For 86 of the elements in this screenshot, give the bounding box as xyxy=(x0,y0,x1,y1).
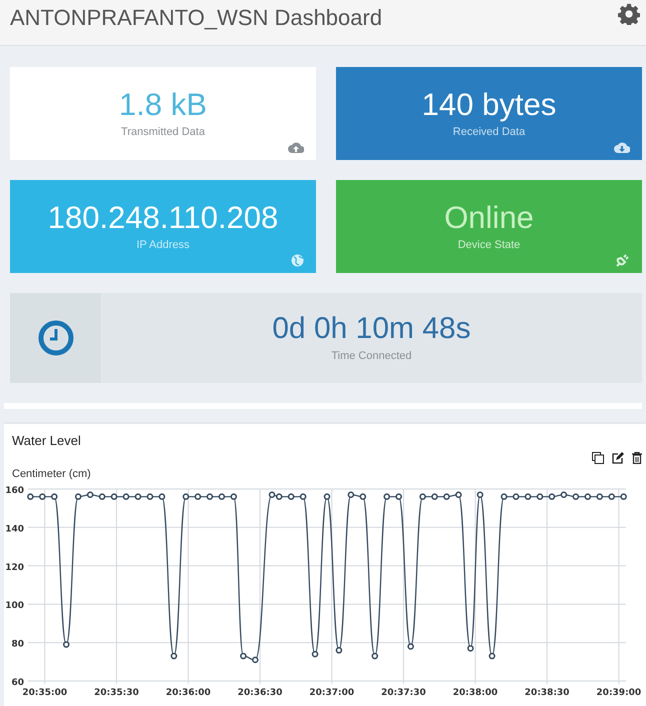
data-point xyxy=(324,493,330,500)
data-point xyxy=(252,656,258,664)
data-point xyxy=(608,493,615,500)
stat-label: Transmitted Data xyxy=(121,126,205,138)
data-point xyxy=(560,492,568,498)
tick-label: 20:39:00 xyxy=(596,688,642,697)
data-point xyxy=(74,493,82,500)
data-point xyxy=(170,652,178,660)
time-label: Time Connected xyxy=(331,350,412,362)
tick-label: 140 xyxy=(5,524,24,534)
axis-label: Centimeter (cm) xyxy=(12,468,91,480)
tick-label: 20:37:30 xyxy=(381,688,426,697)
data-point xyxy=(596,493,603,500)
data-point xyxy=(51,493,58,500)
data-point xyxy=(548,493,556,500)
data-point xyxy=(158,493,166,500)
data-point xyxy=(27,493,34,500)
data-point xyxy=(443,493,450,500)
edit-icon[interactable] xyxy=(612,452,624,464)
data-point xyxy=(396,493,402,500)
globe-icon xyxy=(291,254,304,267)
data-point xyxy=(572,493,580,500)
data-point xyxy=(500,493,508,500)
cloud-download-icon xyxy=(614,142,630,154)
data-point xyxy=(63,641,70,648)
settings-icon[interactable] xyxy=(618,3,640,25)
data-point xyxy=(230,493,237,500)
tick-label: 20:38:30 xyxy=(524,688,570,697)
tick-label: 20:35:30 xyxy=(94,688,139,697)
stat-label: Received Data xyxy=(452,126,526,138)
tick-label: 20:36:30 xyxy=(238,688,282,697)
data-point xyxy=(524,493,532,500)
data-point xyxy=(348,492,354,498)
data-point xyxy=(86,492,94,498)
tick-label: 160 xyxy=(5,486,24,496)
copy-icon[interactable] xyxy=(592,452,604,464)
data-point xyxy=(288,493,294,500)
data-point xyxy=(39,493,46,500)
stat-value: 180.248.110.208 xyxy=(48,200,278,236)
chart-title: Water Level xyxy=(12,433,81,448)
data-point xyxy=(455,492,462,498)
data-point xyxy=(98,493,106,500)
data-point xyxy=(336,647,342,654)
data-point xyxy=(360,493,366,500)
data-point xyxy=(467,645,474,652)
data-point xyxy=(110,493,118,500)
data-point xyxy=(122,493,130,500)
data-point xyxy=(488,652,496,660)
data-point xyxy=(407,643,414,650)
stat-label: Device State xyxy=(458,239,520,251)
plug-icon xyxy=(616,253,630,267)
tick-label: 20:36:00 xyxy=(166,688,211,697)
data-point xyxy=(218,493,225,500)
time-value: 0d 0h 10m 48s xyxy=(272,312,471,346)
tick-label: 20:37:00 xyxy=(309,688,354,697)
stat-value: 1.8 kB xyxy=(119,87,207,123)
tick-label: 100 xyxy=(5,601,24,612)
stat-value: Online xyxy=(444,200,534,236)
data-point xyxy=(384,493,390,500)
data-point xyxy=(206,493,214,500)
trash-icon[interactable] xyxy=(632,452,642,464)
stat-value: 140 bytes xyxy=(422,87,556,123)
data-point xyxy=(620,493,627,500)
tick-label: 60 xyxy=(11,678,24,688)
stat-label: IP Address xyxy=(136,239,190,251)
data-point xyxy=(240,652,247,660)
dashboard-title: ANTONPRAFANTO_WSN Dashboard xyxy=(10,5,382,31)
clock-icon xyxy=(36,319,74,357)
data-point xyxy=(584,493,591,500)
data-point xyxy=(536,493,544,500)
cloud-upload-icon xyxy=(288,142,304,154)
tick-label: 120 xyxy=(5,562,24,573)
tick-label: 20:35:00 xyxy=(22,688,68,697)
tick-label: 80 xyxy=(11,640,24,650)
data-point xyxy=(312,650,318,658)
tick-label: 20:38:00 xyxy=(452,688,498,697)
data-point xyxy=(300,493,306,500)
data-point xyxy=(419,493,426,500)
data-point xyxy=(512,493,520,500)
data-point xyxy=(194,493,202,500)
data-point xyxy=(476,492,484,498)
data-point xyxy=(431,493,438,500)
data-point xyxy=(146,493,154,500)
data-point xyxy=(182,493,190,500)
data-point xyxy=(372,652,378,660)
data-point xyxy=(134,493,142,500)
